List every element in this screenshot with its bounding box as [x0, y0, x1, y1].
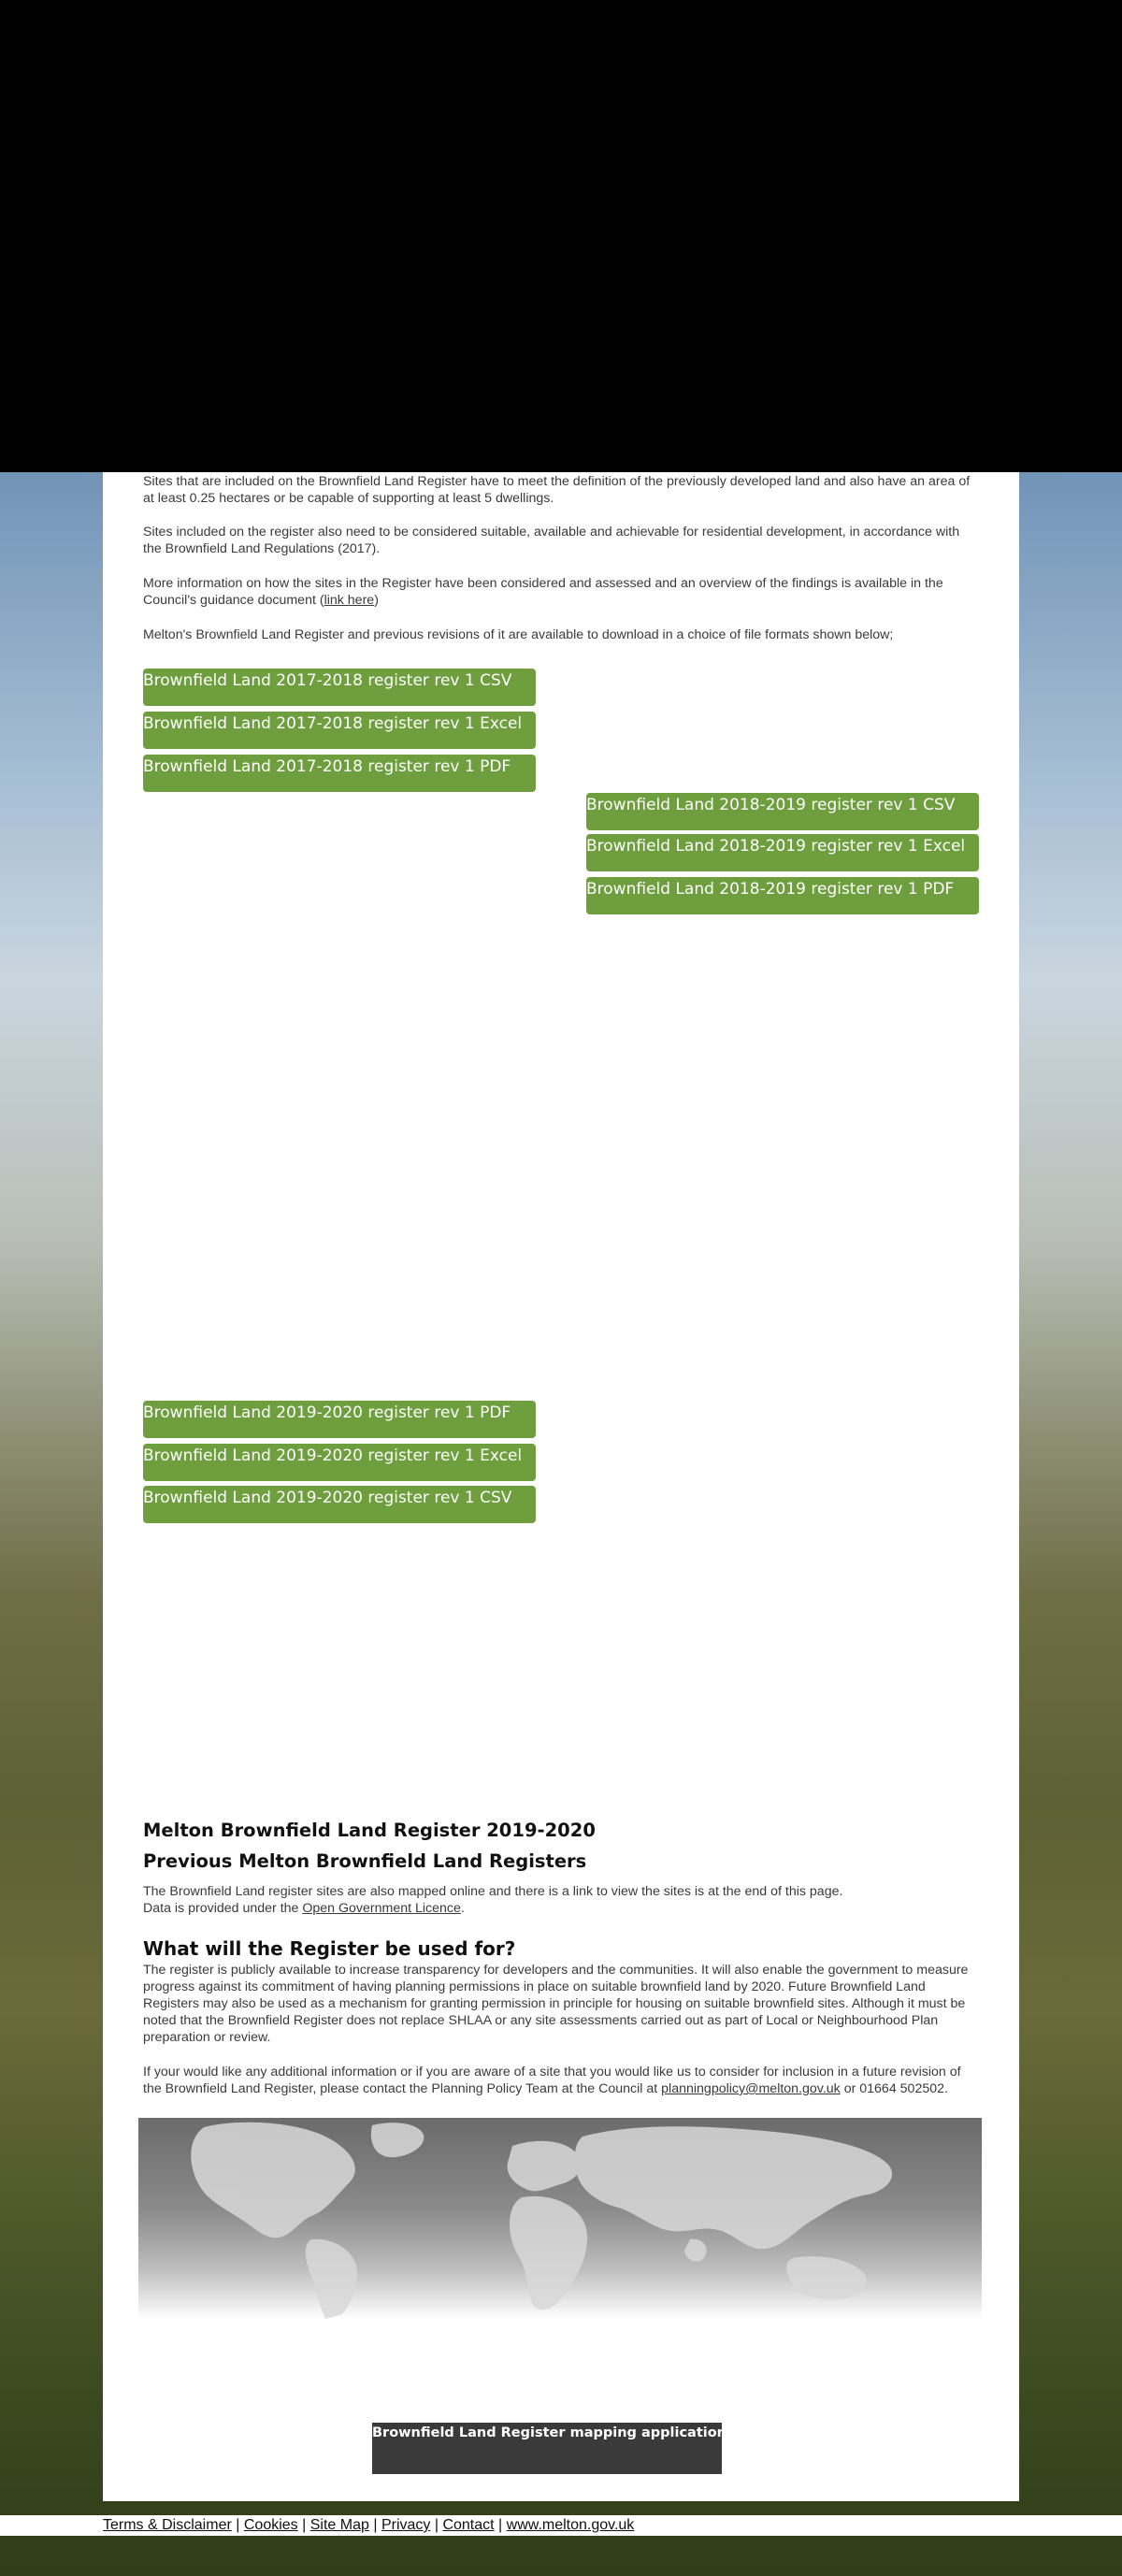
footer-sitemap-link[interactable]: Site Map: [310, 2517, 369, 2533]
footer-terms-link[interactable]: Terms & Disclaimer: [103, 2517, 232, 2533]
footer-separator: |: [498, 2517, 503, 2533]
footer-separator: |: [434, 2517, 439, 2533]
download-2018-excel-button[interactable]: Brownfield Land 2018-2019 register rev 1…: [586, 834, 979, 871]
licence-text: Data is provided under the: [143, 1901, 303, 1916]
download-2018-pdf-button[interactable]: Brownfield Land 2018-2019 register rev 1…: [586, 877, 979, 914]
intro-paragraph-4: Melton's Brownfield Land Register and pr…: [143, 627, 894, 642]
contact-phone-text: or 01664 502502.: [840, 2081, 948, 2096]
planning-policy-email-link[interactable]: planningpolicy@melton.gov.uk: [661, 2081, 841, 2096]
download-2017-csv-button[interactable]: Brownfield Land 2017-2018 register rev 1…: [143, 669, 536, 706]
footer-separator: |: [236, 2517, 240, 2533]
intro-paragraph-1: Sites that are included on the Brownfiel…: [143, 474, 971, 506]
footer-cookies-link[interactable]: Cookies: [244, 2517, 298, 2533]
world-map-graphic: [191, 2122, 893, 2319]
world-map-image: [138, 2118, 982, 2319]
download-2017-pdf-button[interactable]: Brownfield Land 2017-2018 register rev 1…: [143, 755, 536, 792]
download-2018-csv-button[interactable]: Brownfield Land 2018-2019 register rev 1…: [586, 793, 979, 830]
footer-contact-link[interactable]: Contact: [442, 2517, 494, 2533]
footer-separator: |: [373, 2517, 378, 2533]
download-2017-excel-button[interactable]: Brownfield Land 2017-2018 register rev 1…: [143, 712, 536, 749]
usage-heading: What will the Register be used for?: [143, 1937, 516, 1960]
download-2019-excel-button[interactable]: Brownfield Land 2019-2020 register rev 1…: [143, 1444, 536, 1481]
mapping-application-button[interactable]: Brownfield Land Register mapping applica…: [372, 2423, 722, 2474]
footer-separator: |: [302, 2517, 307, 2533]
usage-paragraph: The register is publicly available to in…: [143, 1963, 969, 2045]
current-register-heading: Melton Brownfield Land Register 2019-202…: [143, 1820, 596, 1841]
top-black-region: [0, 0, 1122, 472]
mapped-online-line: The Brownfield Land register sites are a…: [143, 1884, 843, 1899]
intro-paragraph-2: Sites included on the register also need…: [143, 525, 960, 556]
contact-paragraph: If your would like any additional inform…: [143, 2064, 975, 2097]
intro-paragraph-3-close: ): [374, 593, 379, 608]
previous-registers-heading: Previous Melton Brownfield Land Register…: [143, 1850, 587, 1872]
download-2019-pdf-button[interactable]: Brownfield Land 2019-2020 register rev 1…: [143, 1401, 536, 1438]
intro-paragraph-3-text: More information on how the sites in the…: [143, 576, 943, 608]
download-2019-csv-button[interactable]: Brownfield Land 2019-2020 register rev 1…: [143, 1486, 536, 1523]
intro-paragraph-3: More information on how the sites in the…: [143, 575, 975, 609]
footer-website-link[interactable]: www.melton.gov.uk: [507, 2517, 635, 2533]
licence-period: .: [460, 1901, 465, 1916]
guidance-document-link[interactable]: link here: [324, 593, 375, 608]
footer-privacy-link[interactable]: Privacy: [381, 2517, 430, 2533]
licence-line: Data is provided under the Open Governme…: [143, 1900, 975, 1917]
open-government-licence-link[interactable]: Open Government Licence: [302, 1901, 461, 1916]
footer-links: Terms & Disclaimer | Cookies | Site Map …: [103, 2516, 634, 2535]
